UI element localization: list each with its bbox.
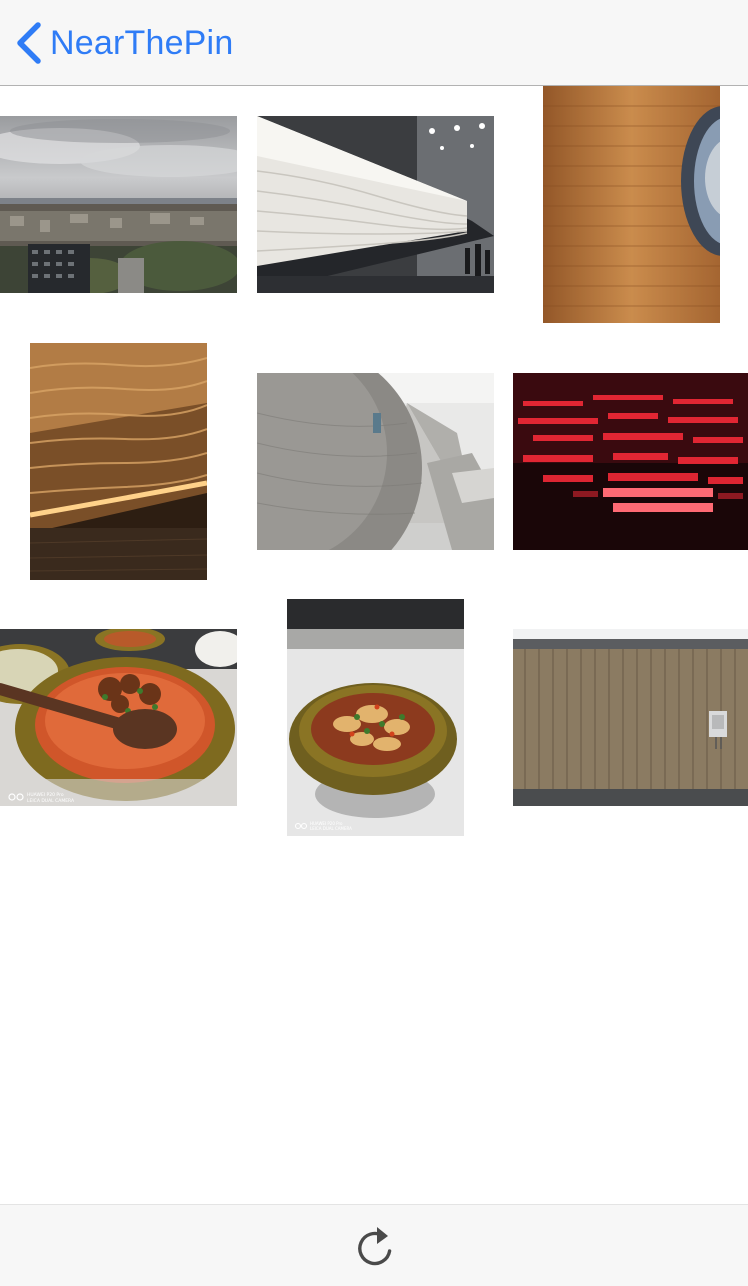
soup-watermark-line2: LEICA DUAL CAMERA — [27, 798, 75, 804]
refresh-button[interactable] — [352, 1223, 398, 1271]
photo-white-textured-wall[interactable] — [257, 116, 494, 293]
navigation-bar: NearThePin — [0, 0, 748, 86]
photo-noodle-soup[interactable]: HUAWEI P20 Pro LEICA DUAL CAMERA — [0, 629, 237, 806]
photo-golden-textured-wall[interactable] — [30, 343, 207, 580]
photo-timber-building[interactable] — [513, 629, 748, 806]
soup-watermark-line1: HUAWEI P20 Pro — [27, 792, 64, 798]
photo-red-neon-text[interactable] — [513, 373, 748, 550]
bottom-toolbar — [0, 1204, 748, 1286]
refresh-icon — [358, 1227, 392, 1266]
app-screen: NearThePin HUAWEI P20 Pro LEICA DUAL CAM… — [0, 0, 748, 1286]
photo-concrete-sphere[interactable] — [257, 373, 494, 550]
photo-orange-tunnel[interactable] — [543, 86, 720, 323]
chevron-left-icon — [17, 22, 41, 64]
back-button[interactable]: NearThePin — [14, 18, 233, 68]
back-button-label: NearThePin — [50, 24, 234, 62]
bowl-watermark-line2: LEICA DUAL CAMERA — [310, 826, 352, 831]
photo-noodle-bowl[interactable]: HUAWEI P20 Pro LEICA DUAL CAMERA — [287, 599, 464, 836]
photo-city-skyline[interactable] — [0, 116, 237, 293]
